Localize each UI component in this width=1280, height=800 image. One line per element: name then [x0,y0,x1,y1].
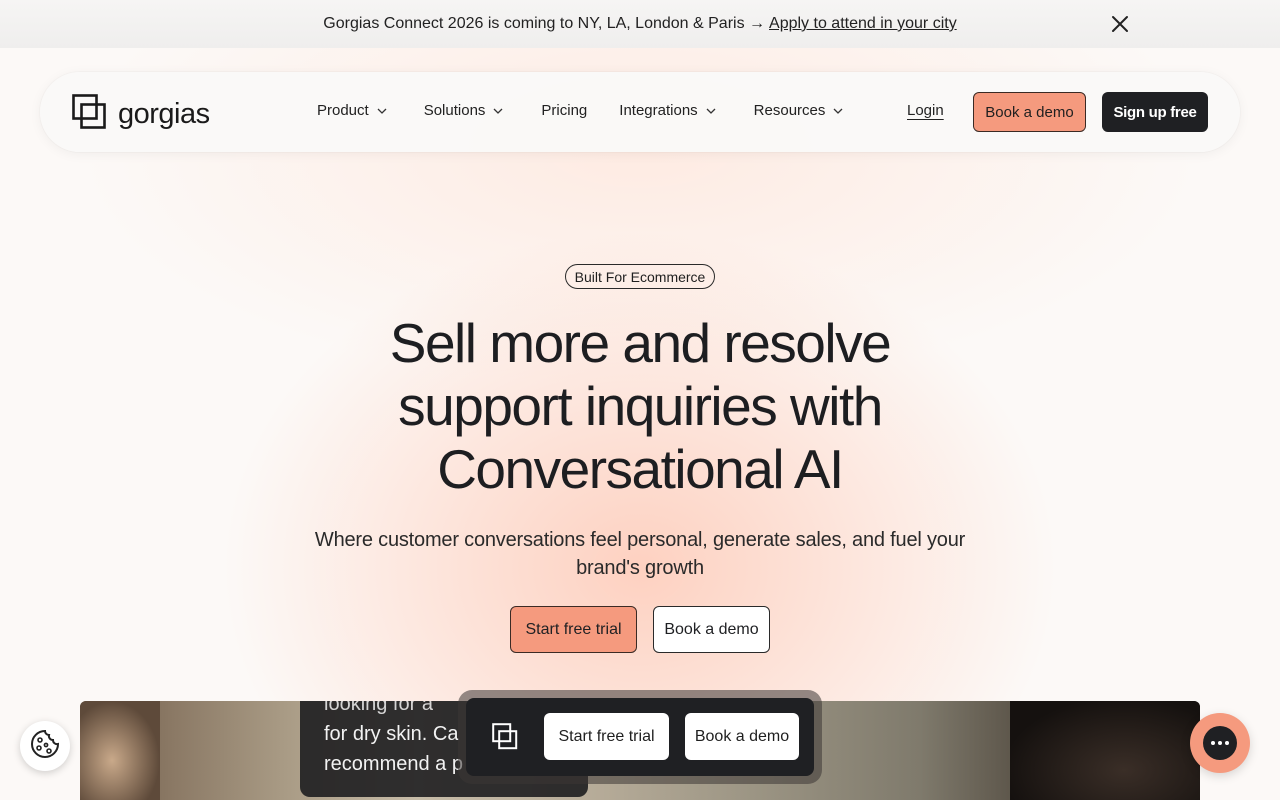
brand-logo[interactable]: gorgias [72,94,210,135]
nav-item-pricing[interactable]: Pricing [541,102,587,119]
headline-line: support inquiries with [398,375,883,437]
login-link[interactable]: Login [907,102,944,119]
nav-item-product[interactable]: Product [317,102,387,119]
floating-cta-inner: Start free trial Book a demo [466,698,814,776]
hero-headline: Sell more and resolve support inquiries … [340,312,940,501]
close-icon[interactable] [1108,12,1132,36]
cookie-icon [29,728,61,765]
nav-item-integrations[interactable]: Integrations [619,102,716,119]
hero-subhead: Where customer conversations feel person… [314,529,966,579]
chevron-down-icon [493,108,503,114]
chevron-down-icon [833,108,843,114]
cookie-settings-button[interactable] [20,721,70,771]
hero-book-demo-button[interactable]: Book a demo [653,606,770,653]
announcement-link[interactable]: Apply to attend in your city [769,15,957,33]
nav-item-label: Pricing [541,102,588,119]
floating-cta-bar: Start free trial Book a demo [458,690,822,784]
nav-item-label: Integrations [619,102,698,119]
nav-item-solutions[interactable]: Solutions [424,102,504,119]
book-demo-button[interactable]: Book a demo [973,92,1086,132]
chevron-down-icon [706,108,716,114]
announcement-text: Gorgias Connect 2026 is coming to NY, LA… [323,15,766,32]
video-background-left [80,701,160,800]
nav-menu: Product Solutions Pricing Integrations R… [317,102,843,119]
sign-up-button[interactable]: Sign up free [1102,92,1208,132]
brand-wordmark: gorgias [118,98,210,130]
video-background-right [1010,701,1200,800]
chat-icon [1203,726,1237,760]
nav-item-resources[interactable]: Resources [754,102,844,119]
nav-item-label: Product [317,102,369,119]
nav-item-label: Resources [753,102,826,119]
headline-line: Conversational AI [437,438,844,500]
gorgias-logo-icon [72,94,106,135]
start-trial-button[interactable]: Start free trial [510,606,637,653]
nav-item-label: Solutions [423,102,486,119]
chevron-down-icon [377,108,387,114]
main-nav: gorgias Product Solutions Pricing Integr… [40,72,1240,152]
hero-badge: Built For Ecommerce [565,264,715,289]
chat-widget-button[interactable] [1190,713,1250,773]
floating-start-trial-button[interactable]: Start free trial [544,713,669,760]
headline-line: Sell more and resolve [389,312,892,374]
announcement-bar: Gorgias Connect 2026 is coming to NY, LA… [0,0,1280,48]
floating-book-demo-button[interactable]: Book a demo [685,713,799,760]
gorgias-logo-icon [492,723,518,756]
